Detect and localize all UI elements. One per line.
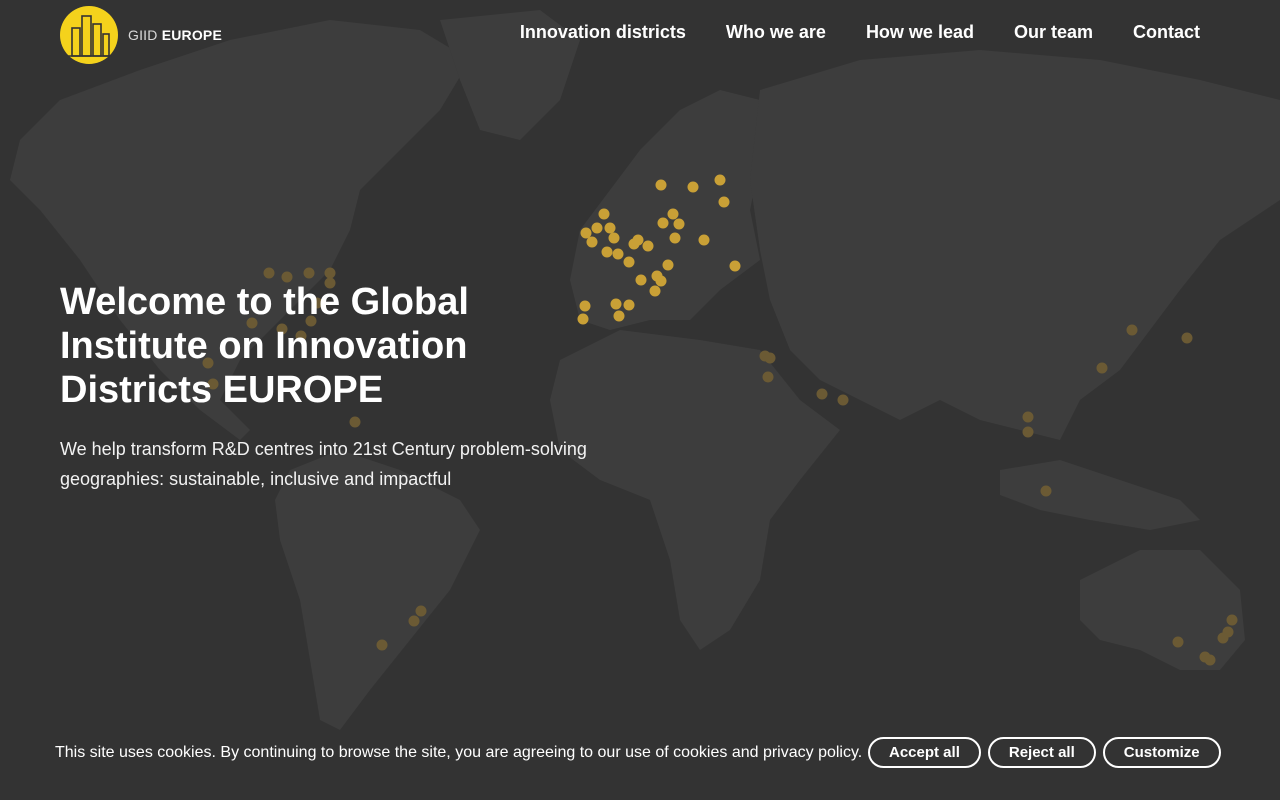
district-marker bbox=[655, 275, 667, 287]
district-marker bbox=[601, 246, 613, 258]
district-marker bbox=[698, 234, 710, 246]
district-marker bbox=[598, 208, 610, 220]
cookie-message: This site uses cookies. By continuing to… bbox=[55, 744, 863, 761]
cookie-banner: This site uses cookies. By continuing to… bbox=[0, 730, 1280, 780]
district-marker-dim bbox=[376, 639, 388, 651]
district-marker bbox=[642, 240, 654, 252]
district-marker-dim bbox=[303, 267, 315, 279]
main-nav: Innovation districts Who we are How we l… bbox=[520, 22, 1200, 43]
district-marker bbox=[635, 274, 647, 286]
customize-button[interactable]: Customize bbox=[1102, 737, 1221, 768]
reject-all-button[interactable]: Reject all bbox=[987, 737, 1096, 768]
district-marker bbox=[591, 222, 603, 234]
district-marker bbox=[623, 299, 635, 311]
page: GIID EUROPE Innovation districts Who we … bbox=[0, 0, 1280, 800]
district-marker bbox=[608, 232, 620, 244]
district-marker bbox=[655, 179, 667, 191]
logo-link[interactable]: GIID EUROPE bbox=[60, 6, 222, 64]
australia bbox=[1080, 550, 1245, 670]
district-marker-dim bbox=[837, 394, 849, 406]
nav-item-innovation-districts[interactable]: Innovation districts bbox=[520, 22, 686, 43]
nav-item-who-we-are[interactable]: Who we are bbox=[726, 22, 826, 43]
logo-text-europe: EUROPE bbox=[161, 27, 223, 43]
district-marker-dim bbox=[764, 352, 776, 364]
district-marker-dim bbox=[408, 615, 420, 627]
district-marker bbox=[729, 260, 741, 272]
district-marker bbox=[669, 232, 681, 244]
district-marker bbox=[580, 227, 592, 239]
southeast-asia bbox=[1000, 460, 1200, 530]
hero-subtitle: We help transform R&D centres into 21st … bbox=[60, 439, 587, 489]
district-marker bbox=[649, 285, 661, 297]
district-marker-dim bbox=[1022, 411, 1034, 423]
district-marker-dim bbox=[762, 371, 774, 383]
district-marker bbox=[687, 181, 699, 193]
logo-text-giid: GIID bbox=[128, 27, 158, 43]
giid-logo-icon bbox=[60, 6, 118, 64]
nav-item-our-team[interactable]: Our team bbox=[1014, 22, 1093, 43]
district-marker-dim bbox=[1204, 654, 1216, 666]
district-marker bbox=[662, 259, 674, 271]
district-marker bbox=[623, 256, 635, 268]
district-marker-dim bbox=[1096, 362, 1108, 374]
district-marker bbox=[718, 196, 730, 208]
district-marker bbox=[714, 174, 726, 186]
district-marker-dim bbox=[415, 605, 427, 617]
district-marker bbox=[667, 208, 679, 220]
district-marker-dim bbox=[1226, 614, 1238, 626]
district-marker bbox=[604, 222, 616, 234]
district-marker-dim bbox=[816, 388, 828, 400]
district-marker-dim bbox=[1022, 426, 1034, 438]
district-marker-dim bbox=[263, 267, 275, 279]
accept-all-button[interactable]: Accept all bbox=[868, 737, 981, 768]
district-marker bbox=[612, 248, 624, 260]
district-marker-dim bbox=[324, 267, 336, 279]
district-marker-dim bbox=[1172, 636, 1184, 648]
hero-title: Welcome to the Global Institute on Innov… bbox=[60, 281, 469, 411]
site-header: GIID EUROPE Innovation districts Who we … bbox=[0, 0, 1280, 70]
district-marker bbox=[673, 218, 685, 230]
district-marker bbox=[628, 238, 640, 250]
cookie-actions: Accept all Reject all Customize bbox=[868, 737, 1221, 768]
district-marker bbox=[657, 217, 669, 229]
district-marker bbox=[586, 236, 598, 248]
asia bbox=[750, 50, 1280, 440]
hero-section: Welcome to the Global Institute on Innov… bbox=[60, 280, 620, 494]
nav-item-how-we-lead[interactable]: How we lead bbox=[866, 22, 974, 43]
district-marker-dim bbox=[1217, 632, 1229, 644]
logo-wordmark: GIID EUROPE bbox=[128, 27, 222, 43]
nav-item-contact[interactable]: Contact bbox=[1133, 22, 1200, 43]
district-marker-dim bbox=[1181, 332, 1193, 344]
district-marker-dim bbox=[1126, 324, 1138, 336]
district-marker-dim bbox=[1040, 485, 1052, 497]
